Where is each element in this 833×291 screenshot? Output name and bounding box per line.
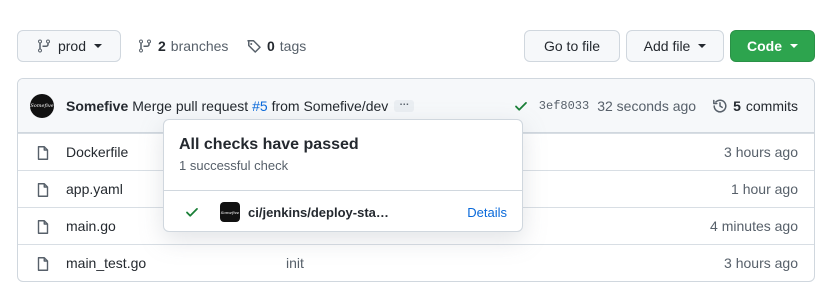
pull-request-link[interactable]: #5: [252, 98, 268, 114]
file-name[interactable]: app.yaml: [66, 181, 123, 197]
file-name[interactable]: Dockerfile: [66, 144, 128, 160]
file-name[interactable]: main.go: [66, 218, 116, 234]
commit-message-prefix: Merge pull request: [132, 97, 249, 114]
commits-count: 5: [733, 97, 741, 114]
check-icon: [186, 208, 198, 217]
commits-history-link[interactable]: 5 commits: [712, 98, 798, 114]
file-icon: [37, 257, 49, 271]
checks-subtitle: 1 successful check: [179, 158, 289, 173]
add-file-label: Add file: [643, 38, 691, 54]
file-time: 3 hours ago: [724, 255, 798, 271]
avatar[interactable]: Somefive: [30, 93, 54, 118]
branches-count: 2: [158, 38, 166, 54]
commit-meta: 3ef8033 32 seconds ago 5 commits: [513, 98, 798, 114]
file-time: 1 hour ago: [731, 181, 798, 197]
branches-text: branches: [170, 38, 229, 54]
checks-popover: All checks have passed 1 successful chec…: [163, 119, 523, 232]
tags-count: 0: [267, 38, 275, 54]
check-run-row: Somefive ci/jenkins/deploy-sta… Details: [164, 192, 522, 232]
file-time: 4 minutes ago: [710, 218, 798, 234]
file-time: 3 hours ago: [724, 144, 798, 160]
commit-sha[interactable]: 3ef8033: [539, 99, 589, 113]
chevron-down-icon: [790, 44, 798, 48]
branch-name: prod: [57, 38, 87, 54]
file-icon: [37, 220, 49, 234]
git-branch-icon: [139, 39, 151, 53]
expand-message-button[interactable]: …: [394, 97, 415, 112]
repo-toolbar: prod 2 branches 0 tags Go to file Add fi…: [17, 30, 815, 62]
check-app-avatar: Somefive: [220, 202, 240, 222]
file-row[interactable]: main_test.go init 3 hours ago: [18, 244, 814, 281]
history-icon: [713, 98, 727, 112]
check-icon[interactable]: [513, 98, 529, 114]
commit-time: 32 seconds ago: [597, 97, 697, 114]
git-branch-icon: [37, 39, 50, 53]
code-label: Code: [747, 38, 782, 54]
commit-author[interactable]: Somefive: [66, 98, 128, 114]
commit-message-suffix: from Somefive/dev: [271, 97, 389, 114]
branches-link[interactable]: 2 branches: [137, 30, 228, 62]
tags-link[interactable]: 0 tags: [246, 30, 306, 62]
check-run-name: ci/jenkins/deploy-sta…: [248, 204, 389, 220]
tag-icon: [247, 40, 261, 53]
checks-popover-header: All checks have passed 1 successful chec…: [164, 120, 522, 191]
commit-message[interactable]: Merge pull request #5 from Somefive/dev: [132, 98, 388, 114]
file-icon: [37, 146, 49, 160]
commits-text: commits: [745, 97, 798, 114]
file-icon: [37, 183, 49, 197]
add-file-button[interactable]: Add file: [626, 30, 724, 62]
file-name[interactable]: main_test.go: [66, 255, 146, 271]
go-to-file-button[interactable]: Go to file: [524, 30, 620, 62]
checks-title: All checks have passed: [179, 136, 359, 153]
tags-text: tags: [279, 38, 307, 54]
chevron-down-icon: [94, 44, 103, 48]
check-details-link[interactable]: Details: [467, 205, 507, 220]
file-commit-message[interactable]: init: [286, 255, 304, 271]
chevron-down-icon: [698, 44, 707, 48]
branch-select-button[interactable]: prod: [17, 30, 121, 62]
code-button[interactable]: Code: [730, 30, 815, 62]
